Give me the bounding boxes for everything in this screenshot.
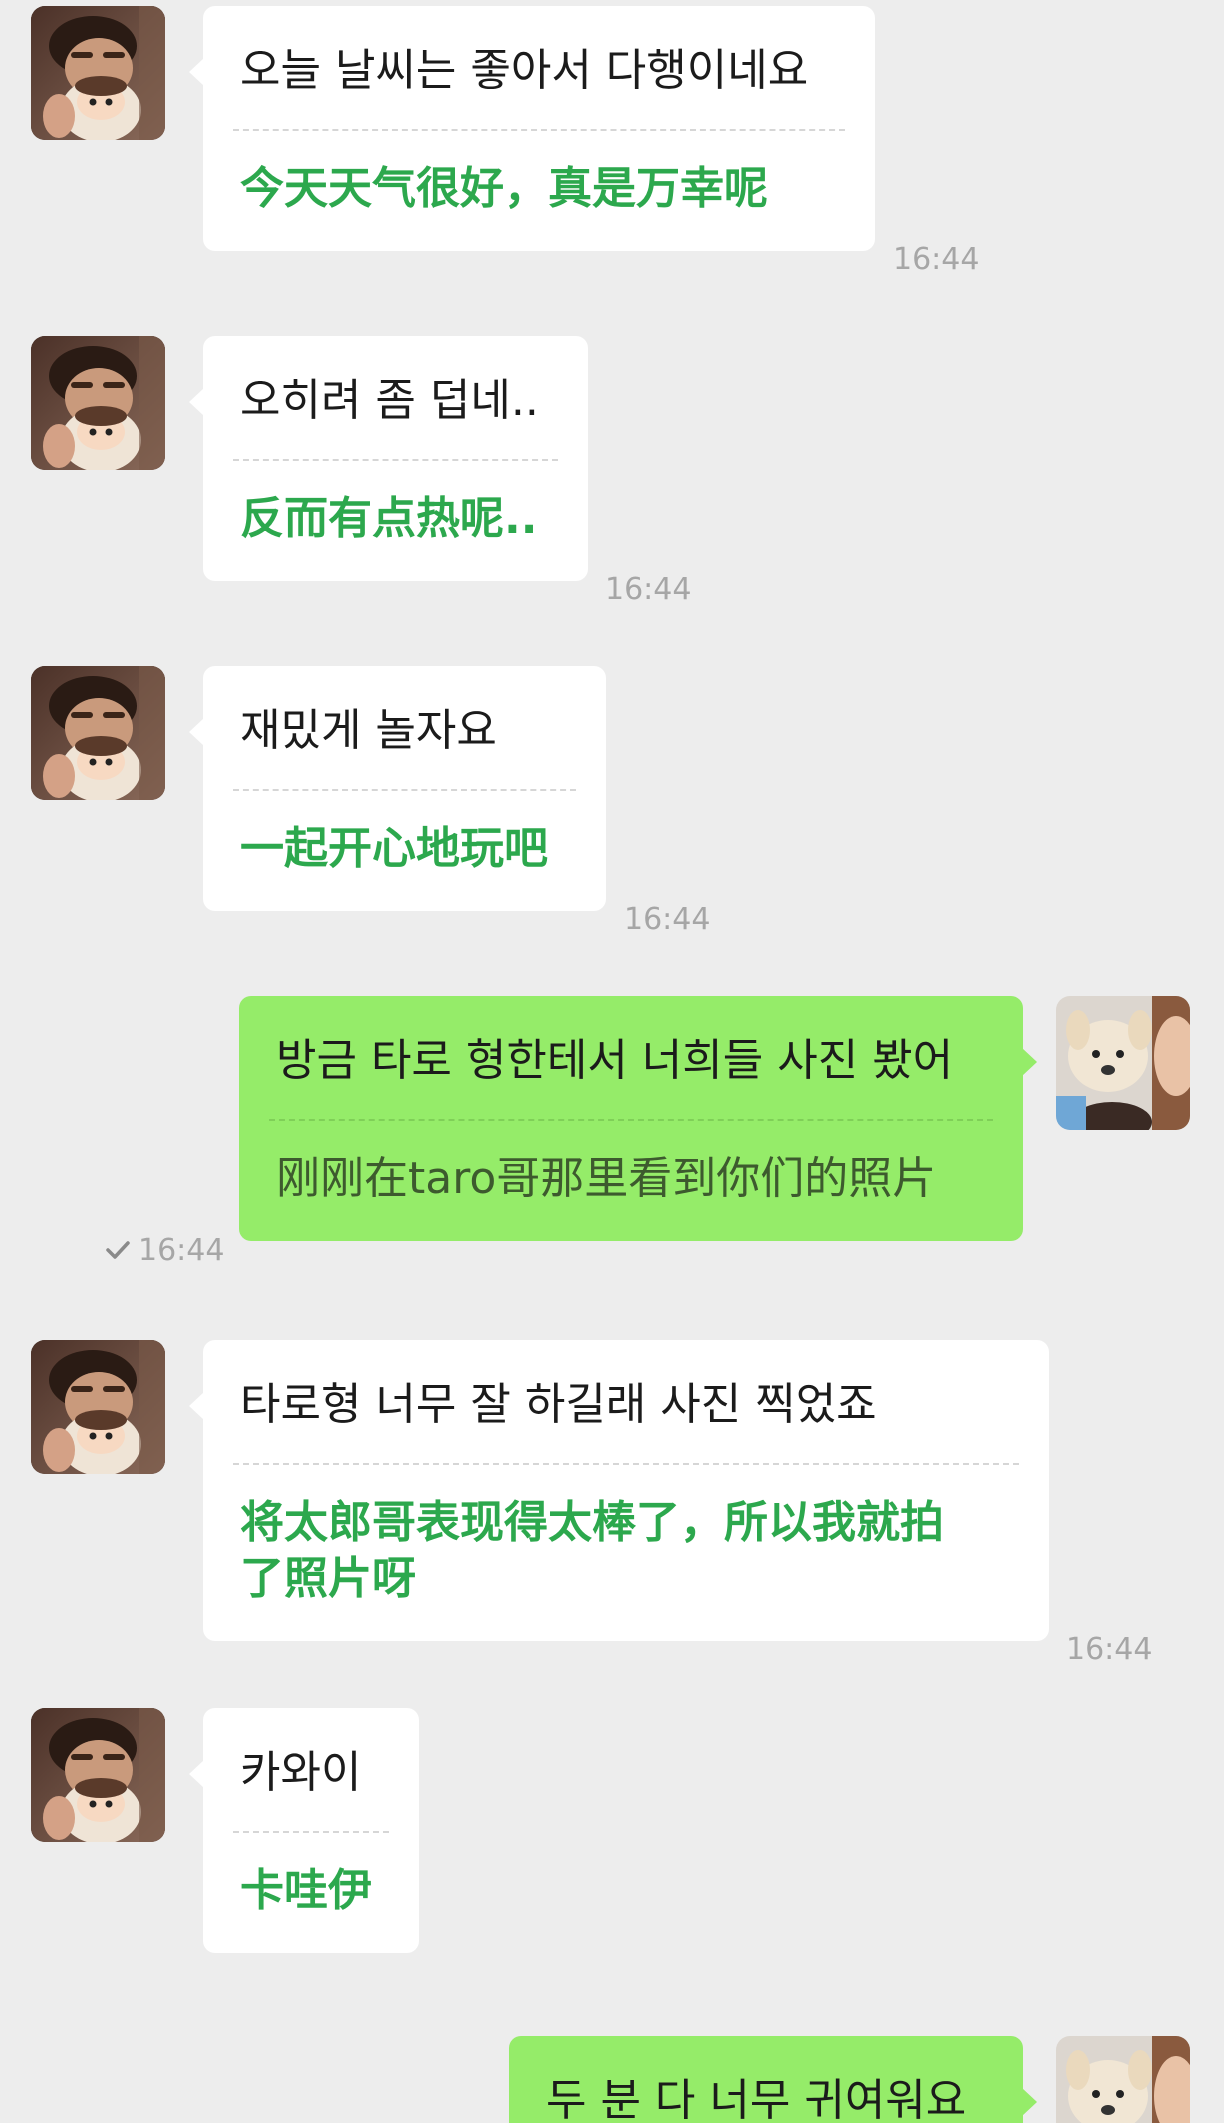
bubble-tail — [189, 718, 204, 746]
bubble-tail — [189, 58, 204, 86]
translation-text: 一起开心地玩吧 — [240, 823, 548, 874]
translation-text: 卡哇伊 — [240, 1865, 372, 1916]
message-bubble[interactable]: 타로형 너무 잘 하길래 사진 찍었죠 将太郎哥表现得太棒了，所以我就拍 了照片… — [189, 1340, 1049, 1641]
message-timestamp-row: 16:44 — [104, 1232, 224, 1268]
contact-avatar[interactable] — [31, 6, 165, 140]
bubble-tail — [189, 1392, 204, 1420]
bubble-tail — [1022, 2088, 1037, 2116]
message-timestamp: 16:44 — [1066, 1632, 1153, 1667]
chat-conversation: 오늘 날씨는 좋아서 다행이네요 今天天气很好，真是万幸呢 16:44 오히려 … — [0, 0, 1224, 2123]
message-timestamp: 16:44 — [605, 572, 692, 607]
translation-line: 了照片呀 — [240, 1553, 416, 1604]
message-bubble[interactable]: 오히려 좀 덥네.. 反而有点热呢.. — [189, 336, 588, 581]
avatar-photo-icon — [1056, 996, 1190, 1130]
bubble-tail — [1022, 1048, 1037, 1076]
contact-avatar[interactable] — [31, 1708, 165, 1842]
message-text: 방금 타로 형한테서 너희들 사진 봤어 — [276, 1035, 954, 1086]
message-text: 오늘 날씨는 좋아서 다행이네요 — [240, 45, 809, 96]
message-timestamp: 16:44 — [893, 242, 980, 277]
message-text: 타로형 너무 잘 하길래 사진 찍었죠 — [240, 1379, 877, 1430]
message-timestamp: 16:44 — [138, 1233, 225, 1268]
message-text: 오히려 좀 덥네.. — [240, 375, 539, 426]
message-bubble[interactable]: 카와이 卡哇伊 — [189, 1708, 419, 1953]
message-bubble[interactable]: 재밌게 놀자요 一起开心地玩吧 — [189, 666, 606, 911]
avatar-photo-icon — [31, 1340, 165, 1474]
contact-avatar[interactable] — [31, 336, 165, 470]
translation-text: 将太郎哥表现得太棒了，所以我就拍 了照片呀 — [240, 1465, 1012, 1641]
translation-text: 反而有点热呢.. — [240, 493, 538, 544]
self-avatar[interactable] — [1056, 996, 1190, 1130]
avatar-photo-icon — [31, 336, 165, 470]
avatar-photo-icon — [31, 1708, 165, 1842]
message-bubble[interactable]: 두 분 다 너무 귀여워요 — [509, 2036, 1037, 2123]
bubble-tail — [189, 1760, 204, 1788]
message-text: 재밌게 놀자요 — [240, 705, 497, 756]
translation-text: 今天天气很好，真是万幸呢 — [240, 163, 768, 214]
avatar-photo-icon — [31, 666, 165, 800]
checkmark-icon — [106, 1241, 130, 1259]
avatar-photo-icon — [31, 6, 165, 140]
translation-line: 将太郎哥表现得太棒了，所以我就拍 — [240, 1497, 944, 1548]
translation-text: 刚刚在taro哥那里看到你们的照片 — [276, 1153, 937, 1204]
message-bubble[interactable]: 오늘 날씨는 좋아서 다행이네요 今天天气很好，真是万幸呢 — [189, 6, 875, 251]
avatar-photo-icon — [1056, 2036, 1190, 2123]
message-bubble[interactable]: 방금 타로 형한테서 너희들 사진 봤어 刚刚在taro哥那里看到你们的照片 — [239, 996, 1037, 1241]
contact-avatar[interactable] — [31, 1340, 165, 1474]
contact-avatar[interactable] — [31, 666, 165, 800]
message-timestamp: 16:44 — [624, 902, 711, 937]
message-text: 카와이 — [240, 1747, 362, 1798]
self-avatar[interactable] — [1056, 2036, 1190, 2123]
message-text: 두 분 다 너무 귀여워요 — [546, 2075, 967, 2123]
bubble-tail — [189, 388, 204, 416]
